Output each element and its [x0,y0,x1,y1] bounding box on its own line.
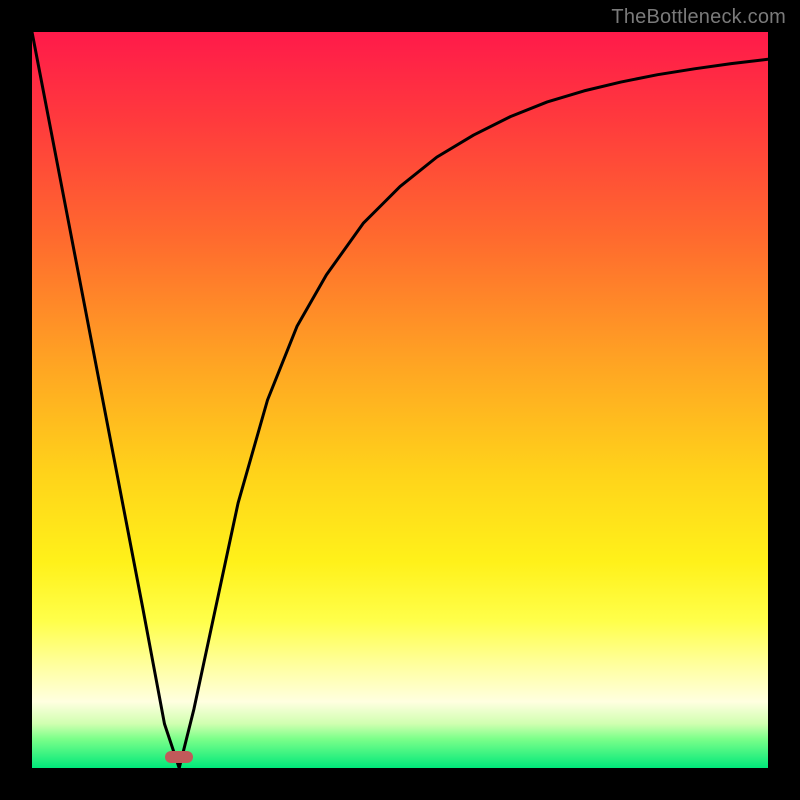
watermark-text: TheBottleneck.com [611,6,786,29]
minimum-marker [165,751,193,763]
chart-frame: TheBottleneck.com [0,0,800,800]
bottleneck-curve [32,32,768,768]
plot-area [32,32,768,768]
